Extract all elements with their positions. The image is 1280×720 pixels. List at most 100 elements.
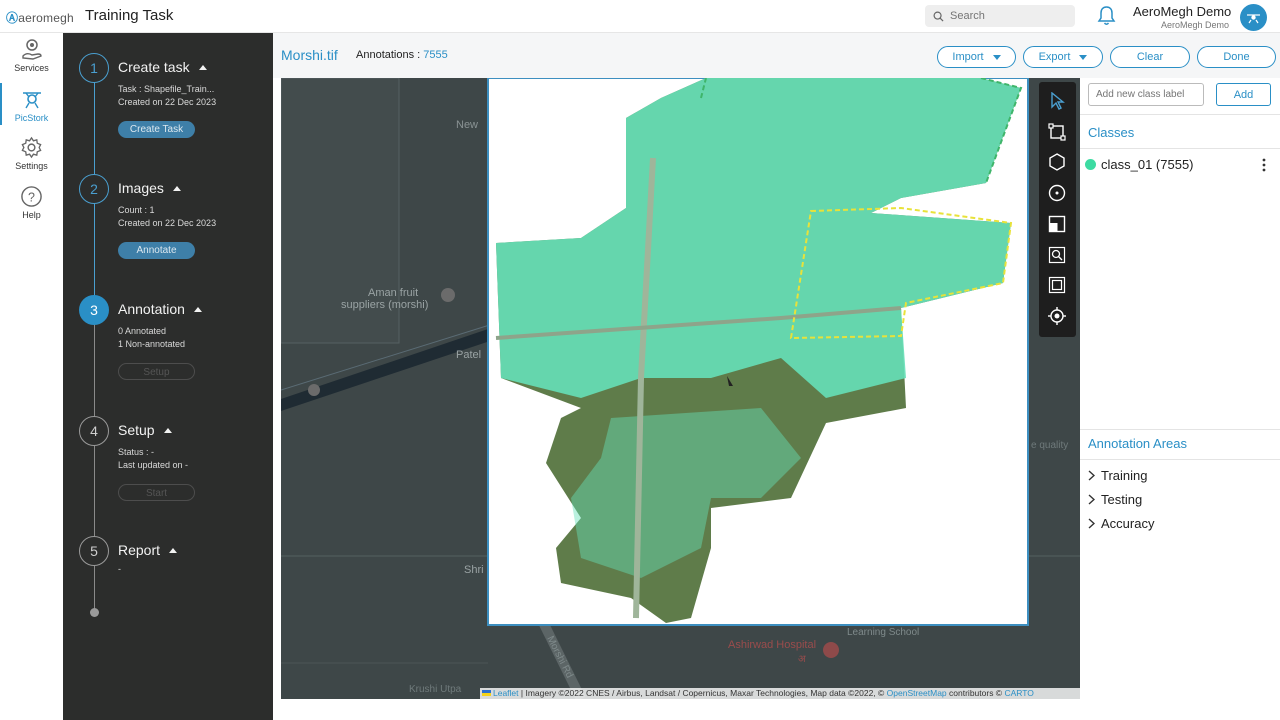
map-label: Krushi Utpa [409,684,462,695]
step-title[interactable]: Create task [118,59,207,75]
gear-icon [21,136,42,159]
step-title[interactable]: Annotation [118,301,202,317]
map-label: अ [798,654,806,665]
polygon-icon[interactable] [1047,152,1067,172]
user-subtitle: AeroMegh Demo [1161,20,1230,30]
aeromegh-logo[interactable]: Ⓐaeromegh [6,9,74,26]
area-item-training[interactable]: Training [1088,468,1147,483]
caret-up-icon [198,65,207,70]
start-button[interactable]: Start [118,484,195,501]
drone-icon [1247,14,1260,24]
more-options-icon[interactable] [1262,158,1266,177]
step-number: 5 [79,536,109,566]
nav-settings[interactable]: Settings [0,136,63,171]
step-last-updated: Last updated on - [118,460,189,470]
user-name[interactable]: AeroMegh Demo [1133,4,1231,19]
nav-help[interactable]: ? Help [0,185,63,220]
nav-help-label: Help [22,210,41,220]
setup-button[interactable]: Setup [118,363,195,380]
chevron-right-icon [1088,494,1095,505]
annotation-areas-heading: Annotation Areas [1088,436,1188,451]
zoom-icon[interactable] [1047,245,1067,265]
step-title[interactable]: Setup [118,422,172,438]
class-color-swatch [1085,159,1096,170]
help-icon: ? [21,186,42,207]
caret-up-icon [163,428,172,433]
export-button[interactable]: Export [1023,46,1103,68]
create-task-button[interactable]: Create Task [118,121,195,138]
chevron-right-icon [1088,518,1095,529]
dropdown-arrow-icon [992,54,1001,60]
classes-heading: Classes [1088,125,1135,140]
rectangle-icon[interactable] [1047,122,1067,142]
steps-panel: 1 Create task Task : Shapefile_Train... … [63,33,273,720]
area-item-testing[interactable]: Testing [1088,492,1142,507]
leaflet-link[interactable]: Leaflet [493,688,519,698]
divider [1080,148,1280,149]
avatar[interactable] [1240,4,1267,31]
annotation-count: Annotations : 7555 [356,49,448,61]
annotation-count-value: 7555 [423,49,448,61]
class-label-input[interactable] [1088,83,1204,106]
drone-icon [22,92,41,109]
map-label: Patel [456,349,481,361]
step-number: 3 [79,295,109,325]
image-filename: Morshi.tif [281,47,338,63]
attribution-text: contributors © [946,688,1005,698]
attribution-text: | Imagery ©2022 CNES / Airbus, Landsat /… [518,688,887,698]
nav-picstork[interactable]: PicStork [0,83,63,125]
caret-up-icon [193,307,202,312]
add-class-button[interactable]: Add [1216,83,1271,106]
step-report-value: - [118,564,121,574]
map-label: Learning School [847,627,919,638]
annotate-button[interactable]: Annotate [118,242,195,259]
step-title[interactable]: Report [118,542,178,558]
locate-icon[interactable] [1047,306,1067,326]
divider [1080,459,1280,460]
area-label: Training [1101,468,1148,483]
circle-icon[interactable] [1047,183,1067,203]
map-label: e quality [1031,440,1068,451]
caret-up-icon [169,548,178,553]
area-label: Accuracy [1101,516,1155,531]
nav-settings-label: Settings [15,161,48,171]
carto-link[interactable]: CARTO [1004,688,1033,698]
fit-icon[interactable] [1047,275,1067,295]
done-button[interactable]: Done [1197,46,1276,68]
step-status: Status : - [118,447,155,457]
nav-picstork-label: PicStork [14,113,49,123]
map-label: Ashirwad Hospital [728,639,816,651]
nav-services-label: Services [14,63,49,73]
hospital-pin-icon [823,642,839,658]
map-label: Shri [464,564,484,576]
map-label: Aman fruit [368,287,418,299]
import-button[interactable]: Import [937,46,1016,68]
class-label: class_01 (7555) [1101,157,1194,172]
map-label: suppliers (morshi) [341,299,428,311]
drawing-toolbar [1039,82,1076,337]
steps-end-dot [90,608,99,617]
step-title[interactable]: Images [118,180,181,196]
right-panel: Add Classes class_01 (7555) Annotation A… [1080,78,1280,698]
map-canvas[interactable]: New Aman fruit suppliers (morshi) Patel … [281,78,1080,699]
nav-services[interactable]: Services [0,37,63,73]
split-view-icon[interactable] [1047,214,1067,234]
divider [1080,114,1280,115]
search-box[interactable] [925,5,1075,27]
osm-link[interactable]: OpenStreetMap [887,688,947,698]
class-item[interactable]: class_01 (7555) [1085,157,1194,172]
clear-button[interactable]: Clear [1110,46,1190,68]
select-icon[interactable] [1047,91,1067,111]
step-annotated-count: 0 Annotated [118,326,167,336]
map-pin-icon [308,384,320,396]
notification-bell-icon[interactable] [1096,5,1117,32]
step-non-annotated-count: 1 Non-annotated [118,339,186,349]
map-view: New Aman fruit suppliers (morshi) Patel … [281,78,1080,699]
area-item-accuracy[interactable]: Accuracy [1088,516,1154,531]
chevron-right-icon [1088,470,1095,481]
divider [1080,429,1280,430]
dropdown-arrow-icon [1079,54,1088,60]
search-input[interactable] [950,10,1065,22]
step-created-date: Created on 22 Dec 2023 [118,218,217,228]
caret-up-icon [172,186,181,191]
